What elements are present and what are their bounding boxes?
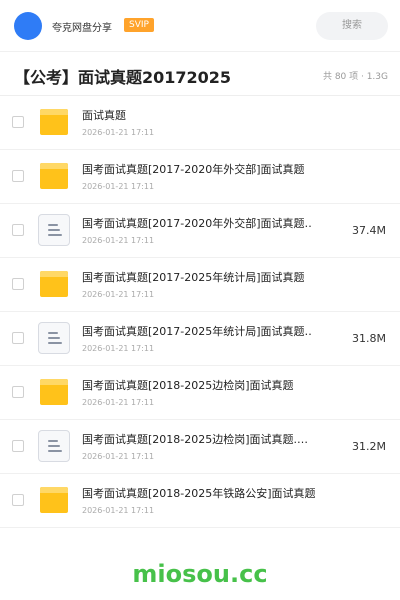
file-name[interactable]: 国考面试真题[2018-2025年铁路公安]面试真题 xyxy=(82,485,316,501)
row-checkbox[interactable] xyxy=(12,116,24,128)
document-icon xyxy=(38,214,70,246)
file-row[interactable]: 国考面试真题[2018-2025边检岗]面试真题.… 2026-01-21 17:… xyxy=(0,420,400,474)
file-date: 2026-01-21 17:11 xyxy=(82,344,155,353)
folder-icon xyxy=(40,487,68,513)
file-date: 2026-01-21 17:11 xyxy=(82,506,155,515)
file-size: 31.2M xyxy=(352,440,386,453)
row-checkbox[interactable] xyxy=(12,332,24,344)
row-checkbox[interactable] xyxy=(12,440,24,452)
file-row[interactable]: 面试真题 2026-01-21 17:11 xyxy=(0,96,400,150)
folder-header: 【公考】面试真题20172025 共 80 项 · 1.3G xyxy=(0,52,400,96)
file-row[interactable]: 国考面试真题[2017-2025年统计局]面试真题… 2026-01-21 17:… xyxy=(0,312,400,366)
file-name[interactable]: 面试真题 xyxy=(82,107,126,123)
document-icon xyxy=(38,322,70,354)
file-list: 面试真题 2026-01-21 17:11 国考面试真题[2017-2020年外交部… xyxy=(0,96,400,528)
file-date: 2026-01-21 17:11 xyxy=(82,182,155,191)
document-icon xyxy=(38,430,70,462)
folder-meta: 共 80 项 · 1.3G xyxy=(322,72,388,82)
avatar[interactable] xyxy=(14,12,42,40)
file-date: 2026-01-21 17:11 xyxy=(82,290,155,299)
watermark: miosou.cc xyxy=(132,560,268,588)
top-bar: 夸克网盘分享 SVIP 搜索 xyxy=(0,0,400,52)
row-checkbox[interactable] xyxy=(12,494,24,506)
file-size: 37.4M xyxy=(352,224,386,237)
sharer-name: 夸克网盘分享 xyxy=(52,23,112,34)
file-date: 2026-01-21 17:11 xyxy=(82,398,155,407)
row-checkbox[interactable] xyxy=(12,386,24,398)
file-row[interactable]: 国考面试真题[2017-2025年统计局]面试真题 2026-01-21 17:1… xyxy=(0,258,400,312)
file-size: 31.8M xyxy=(352,332,386,345)
file-name[interactable]: 国考面试真题[2017-2025年统计局]面试真题… xyxy=(82,323,312,339)
folder-icon xyxy=(40,163,68,189)
row-checkbox[interactable] xyxy=(12,224,24,236)
file-row[interactable]: 国考面试真题[2017-2020年外交部]面试真题… 2026-01-21 17:… xyxy=(0,204,400,258)
page-title: 【公考】面试真题20172025 xyxy=(14,68,232,87)
file-name[interactable]: 国考面试真题[2018-2025边检岗]面试真题.… xyxy=(82,431,308,447)
file-name[interactable]: 国考面试真题[2017-2020年外交部]面试真题… xyxy=(82,215,312,231)
file-date: 2026-01-21 17:11 xyxy=(82,236,155,245)
file-date: 2026-01-21 17:11 xyxy=(82,452,155,461)
file-row[interactable]: 国考面试真题[2018-2025边检岗]面试真题 2026-01-21 17:11 xyxy=(0,366,400,420)
folder-icon xyxy=(40,379,68,405)
folder-icon xyxy=(40,271,68,297)
row-checkbox[interactable] xyxy=(12,278,24,290)
file-date: 2026-01-21 17:11 xyxy=(82,128,155,137)
search-button[interactable]: 搜索 xyxy=(316,12,388,40)
svip-badge: SVIP xyxy=(124,18,154,32)
file-name[interactable]: 国考面试真题[2018-2025边检岗]面试真题 xyxy=(82,377,294,393)
file-row[interactable]: 国考面试真题[2017-2020年外交部]面试真题 2026-01-21 17:1… xyxy=(0,150,400,204)
row-checkbox[interactable] xyxy=(12,170,24,182)
file-row[interactable]: 国考面试真题[2018-2025年铁路公安]面试真题 2026-01-21 17:… xyxy=(0,474,400,528)
file-name[interactable]: 国考面试真题[2017-2025年统计局]面试真题 xyxy=(82,269,305,285)
file-name[interactable]: 国考面试真题[2017-2020年外交部]面试真题 xyxy=(82,161,305,177)
folder-icon xyxy=(40,109,68,135)
